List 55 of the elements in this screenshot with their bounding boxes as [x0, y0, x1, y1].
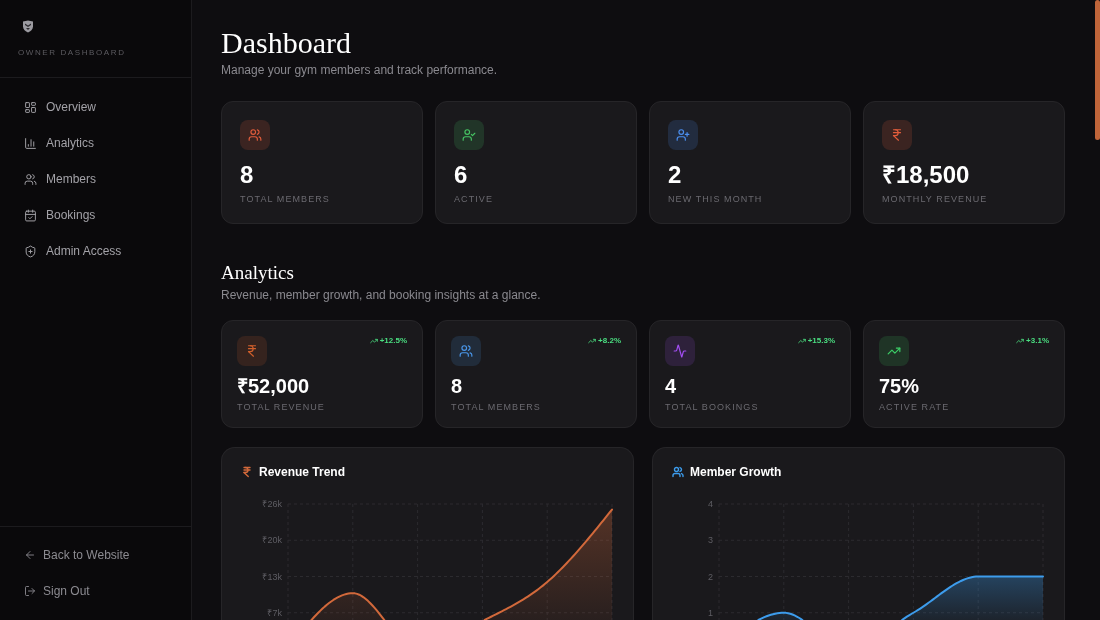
nav-item[interactable]: Admin Access — [0, 233, 191, 269]
sidebar-title: OWNER DASHBOARD — [18, 48, 127, 58]
nav-item[interactable]: Bookings — [0, 197, 191, 233]
change-text: +12.5% — [379, 336, 407, 346]
sidebar-link[interactable]: Sign Out — [0, 573, 191, 609]
shield-logo-icon — [22, 20, 34, 33]
page-title: Dashboard — [221, 26, 352, 60]
y-axis-label: ₹26k — [262, 499, 282, 509]
nav-item[interactable]: Analytics — [0, 125, 191, 161]
y-axis-label: ₹13k — [262, 571, 282, 582]
stat-value: 8 — [240, 161, 255, 189]
metric-value: 75% — [879, 374, 921, 398]
metric-label: ACTIVE RATE — [879, 401, 951, 413]
metric-label: TOTAL BOOKINGS — [665, 401, 760, 413]
bar-chart-icon — [24, 136, 37, 150]
change-text: +8.2% — [598, 336, 621, 346]
y-axis-label: ₹20k — [262, 535, 282, 546]
stat-label: NEW THIS MONTH — [668, 193, 764, 205]
trend-up-icon — [1016, 337, 1025, 345]
sidebar-link[interactable]: Back to Website — [0, 537, 191, 573]
arrow-left-icon — [24, 549, 36, 561]
y-axis-label: 2 — [708, 571, 713, 582]
grid-icon — [24, 100, 37, 114]
nav-item[interactable]: Overview — [0, 89, 191, 125]
stat-value: 6 — [454, 161, 469, 189]
trend-up-icon — [369, 337, 378, 345]
trend-up-icon — [588, 337, 597, 345]
stat-value: ₹18,500 — [882, 161, 971, 189]
metric-value: 4 — [665, 374, 678, 398]
metric-label: TOTAL MEMBERS — [451, 401, 542, 413]
change-text: +15.3% — [807, 336, 835, 346]
trend-up-icon — [797, 337, 806, 345]
users-icon — [24, 172, 37, 186]
shield-plus-icon — [24, 244, 37, 258]
sign-out-icon — [24, 585, 36, 597]
metric-value: ₹52,000 — [237, 374, 311, 398]
nav-item[interactable]: Members — [0, 161, 191, 197]
page-subtitle: Manage your gym members and track performance. — [221, 63, 499, 77]
scrollbar-thumb[interactable] — [1095, 0, 1100, 140]
change-text: +3.1% — [1026, 336, 1049, 346]
stat-value: 2 — [668, 161, 683, 189]
calendar-check-icon — [24, 208, 37, 222]
y-axis-label: 4 — [708, 499, 713, 509]
y-axis-label: 1 — [708, 607, 713, 618]
stat-label: TOTAL MEMBERS — [240, 193, 331, 205]
metric-value: 8 — [451, 374, 464, 398]
stat-label: MONTHLY REVENUE — [882, 193, 989, 205]
section-subtitle: Revenue, member growth, and booking insights at a glance. — [221, 288, 542, 302]
chart-title: Member Growth — [690, 465, 782, 479]
chart-title: Revenue Trend — [259, 465, 346, 479]
y-axis-label: 3 — [708, 535, 713, 546]
stat-label: ACTIVE — [454, 193, 494, 205]
metric-label: TOTAL REVENUE — [237, 401, 326, 413]
section-title: Analytics — [221, 261, 295, 285]
y-axis-label: ₹7k — [267, 607, 282, 618]
